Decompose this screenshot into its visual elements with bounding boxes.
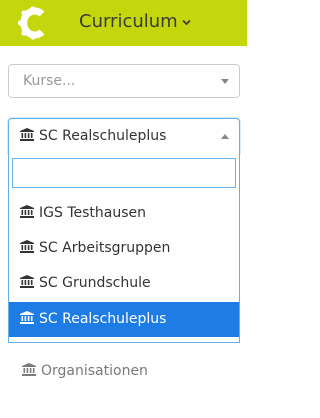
institution-icon xyxy=(22,363,36,376)
dropdown-option-sc-grundschule[interactable]: SC Grundschule xyxy=(9,266,239,301)
top-bar: Curriculum xyxy=(0,0,247,46)
dropdown-option-igs-testhausen[interactable]: IGS Testhausen xyxy=(9,196,239,231)
nav-organisationen-label: Organisationen xyxy=(41,363,148,379)
institution-icon xyxy=(20,240,34,253)
curriculum-c-logo-icon[interactable] xyxy=(18,6,48,40)
option-label: SC Arbeitsgruppen xyxy=(39,240,171,256)
institution-icon xyxy=(20,128,34,141)
courses-select[interactable]: Kurse... xyxy=(8,64,240,98)
chevron-down-icon xyxy=(182,19,191,25)
brand-menu-button[interactable]: Curriculum xyxy=(79,11,191,33)
option-label: SC Realschuleplus xyxy=(39,311,167,327)
organization-select-value: SC Realschuleplus xyxy=(39,128,167,144)
brand-title: Curriculum xyxy=(79,11,178,32)
dropdown-option-sc-realschuleplus[interactable]: SC Realschuleplus xyxy=(9,302,239,337)
organization-dropdown: IGS Testhausen SC Arbeitsgruppen SC Grun… xyxy=(8,153,240,343)
institution-icon xyxy=(20,311,34,324)
institution-icon xyxy=(20,275,34,288)
nav-organisationen-link[interactable]: Organisationen xyxy=(22,361,148,381)
option-label: IGS Testhausen xyxy=(39,205,146,221)
caret-down-icon xyxy=(221,79,229,84)
institution-icon xyxy=(20,205,34,218)
organization-select[interactable]: SC Realschuleplus xyxy=(8,118,240,154)
organization-search-input[interactable] xyxy=(12,158,236,188)
dropdown-option-sc-arbeitsgruppen[interactable]: SC Arbeitsgruppen xyxy=(9,231,239,266)
caret-up-icon xyxy=(221,134,229,139)
courses-select-placeholder: Kurse... xyxy=(23,73,76,89)
option-label: SC Grundschule xyxy=(39,275,151,291)
